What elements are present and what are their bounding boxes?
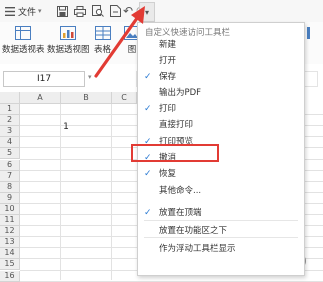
pivot-chart-label: 数据透视图 — [47, 45, 90, 55]
menu-item-label: 直接打印 — [159, 120, 194, 130]
row-header-5[interactable]: 5 — [0, 148, 20, 160]
menu-item-label: 恢复 — [159, 169, 177, 179]
chevron-down-icon: ▾ — [38, 7, 42, 15]
save-icon — [56, 5, 68, 17]
menu-item-label: 输出为PDF — [159, 88, 202, 98]
column-header-c[interactable]: C — [112, 92, 137, 104]
pivot-table-label: 数据透视表 — [2, 45, 45, 55]
row-header-10[interactable]: 10 — [0, 203, 20, 215]
menu-item-10[interactable]: ✓ 放置在顶端 — [138, 206, 304, 221]
row-header-13[interactable]: 13 — [0, 237, 20, 249]
select-all-corner[interactable] — [0, 92, 20, 104]
printer-icon — [74, 5, 86, 17]
menu-item-5[interactable]: 直接打印 — [138, 118, 304, 133]
red-arrow-annotation — [94, 6, 145, 78]
menu-item-4[interactable]: ✓ 打印 — [138, 102, 304, 117]
menu-item-12[interactable]: 作为浮动工具栏显示 — [138, 242, 304, 257]
menu-item-label: 其他命令... — [159, 186, 202, 196]
row-header-12[interactable]: 12 — [0, 226, 20, 238]
row-gridline — [20, 280, 323, 282]
row-header-9[interactable]: 9 — [0, 192, 20, 204]
menu-item-0[interactable]: 新建 — [138, 38, 304, 53]
cell-b2[interactable]: 1 — [58, 122, 74, 132]
menu-item-9[interactable]: 其他命令... — [138, 184, 304, 199]
column-header-b[interactable]: B — [61, 92, 112, 104]
row-header-6[interactable]: 6 — [0, 159, 20, 171]
row-header-11[interactable]: 11 — [0, 215, 20, 227]
menu-item-1[interactable]: 打开 — [138, 54, 304, 69]
row-header-3[interactable]: 3 — [0, 126, 20, 138]
row-header-4[interactable]: 4 — [0, 137, 20, 149]
highlight-annotation-box — [131, 144, 219, 162]
menu-item-label: 作为浮动工具栏显示 — [159, 244, 236, 254]
menu-divider — [144, 220, 298, 221]
checkmark-icon: ✓ — [144, 169, 152, 179]
hamburger-menu-icon[interactable] — [4, 4, 16, 18]
pivot-table-icon — [15, 26, 32, 40]
pivot-table-button[interactable]: 数据透视表 — [2, 22, 45, 55]
menu-divider — [144, 237, 298, 238]
column-header-a[interactable]: A — [20, 92, 61, 104]
row-header-14[interactable]: 14 — [0, 248, 20, 260]
menu-item-label: 保存 — [159, 72, 177, 82]
menu-item-label: 打开 — [159, 56, 177, 66]
print-button[interactable] — [73, 4, 87, 18]
row-header-2[interactable]: 2 — [0, 115, 20, 127]
checkmark-icon: ✓ — [144, 208, 152, 218]
column-gridline — [111, 104, 112, 280]
row-header-15[interactable]: 15 — [0, 259, 20, 271]
file-menu-label: 文件 — [18, 7, 37, 18]
menu-item-3[interactable]: 输出为PDF — [138, 86, 304, 101]
checkmark-icon: ✓ — [144, 104, 152, 114]
row-header-8[interactable]: 8 — [0, 181, 20, 193]
menu-item-label: 打印 — [159, 104, 177, 114]
file-menu-button[interactable]: 文件 ▾ — [18, 4, 50, 18]
name-box[interactable]: I17 — [3, 71, 85, 87]
menu-item-label: 放置在顶端 — [159, 208, 202, 218]
row-header-1[interactable]: 1 — [0, 104, 20, 116]
quick-access-toolbar: 文件 ▾ ↶ ↷ ▾ — [0, 0, 323, 22]
menu-item-8[interactable]: ✓ 恢复 — [138, 167, 304, 182]
pivot-chart-button[interactable]: 数据透视图 — [47, 22, 90, 55]
row-header-7[interactable]: 7 — [0, 170, 20, 182]
save-button[interactable] — [55, 4, 69, 18]
menu-item-2[interactable]: ✓ 保存 — [138, 70, 304, 85]
pivot-chart-icon — [60, 26, 77, 40]
menu-item-label: 新建 — [159, 40, 177, 50]
